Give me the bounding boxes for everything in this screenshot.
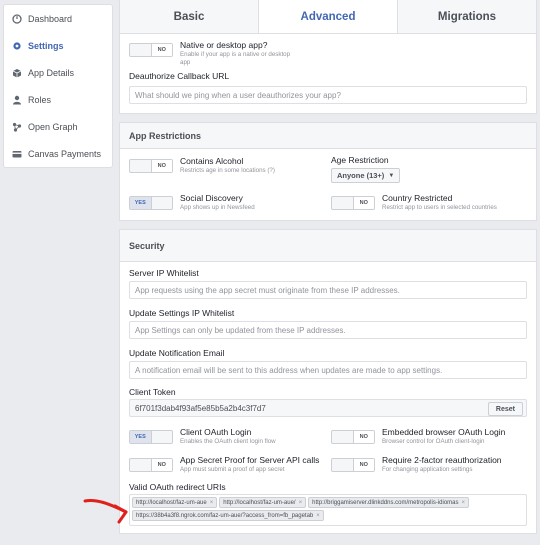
dashboard-icon xyxy=(12,13,22,24)
social-discovery-option: YES Social Discovery App shows up in New… xyxy=(129,193,255,212)
two-factor-toggle[interactable]: NO xyxy=(331,458,375,472)
client-oauth-title: Client OAuth Login xyxy=(180,427,252,437)
sidebar-item-label: Dashboard xyxy=(28,13,73,24)
client-settings-panel: NO Native or desktop app? Enable if your… xyxy=(119,34,537,114)
tab-advanced[interactable]: Advanced xyxy=(258,0,398,33)
redirect-uri-tag: http://localhost/faz-um-aue × xyxy=(132,497,218,508)
server-ip-input[interactable]: App requests using the app secret must o… xyxy=(129,281,527,299)
security-heading: Security xyxy=(120,230,536,262)
native-app-title: Native or desktop app? xyxy=(180,40,268,50)
social-discovery-title: Social Discovery xyxy=(180,193,243,203)
sidebar-item-canvas-payments[interactable]: Canvas Payments xyxy=(4,140,112,167)
contains-alcohol-title: Contains Alcohol xyxy=(180,156,244,166)
card-icon xyxy=(12,149,22,159)
notification-email-input[interactable]: A notification email will be sent to thi… xyxy=(129,361,527,379)
deauth-callback-input[interactable]: What should we ping when a user deauthor… xyxy=(129,86,527,104)
remove-tag-icon[interactable]: × xyxy=(210,500,214,506)
country-restricted-subtitle: Restrict app to users in selected countr… xyxy=(382,204,497,211)
age-restriction-select[interactable]: Anyone (13+) ▼ xyxy=(331,168,401,183)
update-ip-input[interactable]: App Settings can only be updated from th… xyxy=(129,321,527,339)
secret-proof-option: NO App Secret Proof for Server API calls… xyxy=(129,455,319,474)
redirect-uri-text: http://briggamiserver.dlinkddns.com/metr… xyxy=(312,499,459,506)
redirect-uri-tag: https://38b4a3f8.ngrok.com/faz-um-aue/?a… xyxy=(132,510,324,521)
contains-alcohol-toggle[interactable]: NO xyxy=(129,159,173,173)
client-oauth-subtitle: Enables the OAuth client login flow xyxy=(180,438,276,445)
sidebar-item-app-details[interactable]: App Details xyxy=(4,59,112,86)
embedded-oauth-toggle[interactable]: NO xyxy=(331,430,375,444)
client-oauth-option: YES Client OAuth Login Enables the OAuth… xyxy=(129,427,276,446)
native-app-toggle[interactable]: NO xyxy=(129,43,173,57)
native-app-option: NO Native or desktop app? Enable if your… xyxy=(129,34,527,67)
sidebar-item-label: App Details xyxy=(28,67,75,78)
remove-tag-icon[interactable]: × xyxy=(299,500,303,506)
sidebar-item-label: Roles xyxy=(28,94,52,105)
remove-tag-icon[interactable]: × xyxy=(316,513,320,519)
reset-token-button[interactable]: Reset xyxy=(487,402,523,416)
redirect-uri-text: http://localhost/faz-um-aue/ xyxy=(223,499,296,506)
redirect-uris-input[interactable]: http://localhost/faz-um-aue × http://loca… xyxy=(129,494,527,526)
secret-proof-toggle[interactable]: NO xyxy=(129,458,173,472)
redirect-uri-text: https://38b4a3f8.ngrok.com/faz-um-aue/?a… xyxy=(136,512,314,519)
embedded-oauth-option: NO Embedded browser OAuth Login Browser … xyxy=(331,427,505,446)
settings-icon xyxy=(12,41,22,51)
embedded-oauth-title: Embedded browser OAuth Login xyxy=(382,427,506,437)
native-app-subtitle-2: app xyxy=(180,59,191,66)
country-restricted-title: Country Restricted xyxy=(382,193,453,203)
sidebar: Dashboard Settings App Details Roles Ope… xyxy=(3,4,113,168)
remove-tag-icon[interactable]: × xyxy=(462,500,466,506)
two-factor-title: Require 2-factor reauthorization xyxy=(382,455,502,465)
social-discovery-toggle[interactable]: YES xyxy=(129,196,173,210)
tab-bar: Basic Advanced Migrations xyxy=(119,0,537,34)
caret-down-icon: ▼ xyxy=(388,172,395,179)
embedded-oauth-subtitle: Browser control for OAuth client-login xyxy=(382,438,485,445)
person-icon xyxy=(12,95,22,105)
client-token-value: 6f701f3dab4f93af5e85b5a2b4c3f7d7 xyxy=(135,403,266,413)
notification-email-label: Update Notification Email xyxy=(129,348,225,358)
sidebar-item-label: Settings xyxy=(28,40,64,51)
tab-migrations[interactable]: Migrations xyxy=(398,0,536,33)
age-restriction-label: Age Restriction xyxy=(331,155,389,165)
update-ip-label: Update Settings IP Whitelist xyxy=(129,308,235,318)
app-restrictions-heading: App Restrictions xyxy=(120,123,536,149)
redirect-uri-tag: http://localhost/faz-um-aue/× xyxy=(219,497,307,508)
sidebar-item-settings[interactable]: Settings xyxy=(4,32,112,59)
contains-alcohol-subtitle: Restricts age in some locations (?) xyxy=(180,167,275,174)
cube-icon xyxy=(12,68,22,78)
contains-alcohol-option: NO Contains Alcohol Restricts age in som… xyxy=(129,156,275,175)
sidebar-item-dashboard[interactable]: Dashboard xyxy=(4,5,112,32)
client-token-field[interactable]: 6f701f3dab4f93af5e85b5a2b4c3f7d7 Reset xyxy=(129,399,527,417)
secret-proof-title: App Secret Proof for Server API calls xyxy=(180,455,320,465)
country-restricted-option: NO Country Restricted Restrict app to us… xyxy=(331,193,497,212)
deauth-callback-label: Deauthorize Callback URL xyxy=(129,71,230,81)
sidebar-item-open-graph[interactable]: Open Graph xyxy=(4,113,112,140)
redirect-uri-tag: http://briggamiserver.dlinkddns.com/metr… xyxy=(308,497,470,508)
country-restricted-toggle[interactable]: NO xyxy=(331,196,375,210)
graph-icon xyxy=(12,122,22,132)
server-ip-label: Server IP Whitelist xyxy=(129,268,199,278)
tab-basic[interactable]: Basic xyxy=(120,0,258,33)
age-restriction-group: Age Restriction Anyone (13+) ▼ xyxy=(331,155,401,183)
age-restriction-value: Anyone (13+) xyxy=(337,171,385,180)
sidebar-item-label: Canvas Payments xyxy=(28,148,102,159)
native-app-subtitle: Enable if your app is a native or deskto… xyxy=(180,51,291,58)
sidebar-item-label: Open Graph xyxy=(28,121,78,132)
client-token-label: Client Token xyxy=(129,387,176,397)
two-factor-subtitle: For changing application settings xyxy=(382,466,473,473)
social-discovery-subtitle: App shows up in Newsfeed xyxy=(180,204,255,211)
client-oauth-toggle[interactable]: YES xyxy=(129,430,173,444)
two-factor-option: NO Require 2-factor reauthorization For … xyxy=(331,455,502,474)
sidebar-item-roles[interactable]: Roles xyxy=(4,86,112,113)
redirect-uri-text: http://localhost/faz-um-aue xyxy=(136,499,207,506)
app-restrictions-panel: App Restrictions NO Contains Alcohol Res… xyxy=(119,122,537,221)
settings-main: Basic Advanced Migrations NO Native or d… xyxy=(119,0,537,534)
annotation-arrow-icon xyxy=(83,499,128,524)
redirect-uris-label: Valid OAuth redirect URIs xyxy=(129,482,226,492)
security-panel: Security Server IP Whitelist App request… xyxy=(119,229,537,534)
secret-proof-subtitle: App must submit a proof of app secret xyxy=(180,466,285,473)
